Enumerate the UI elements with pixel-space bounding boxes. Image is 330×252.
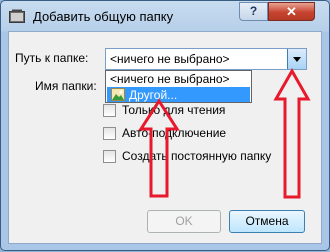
annotation-arrow-left bbox=[138, 98, 180, 198]
annotation-arrow-right bbox=[273, 67, 311, 199]
add-shared-folder-dialog: Добавить общую папку ? ✕ Путь к папке: <… bbox=[0, 0, 330, 251]
annotation-arrows bbox=[138, 67, 311, 199]
